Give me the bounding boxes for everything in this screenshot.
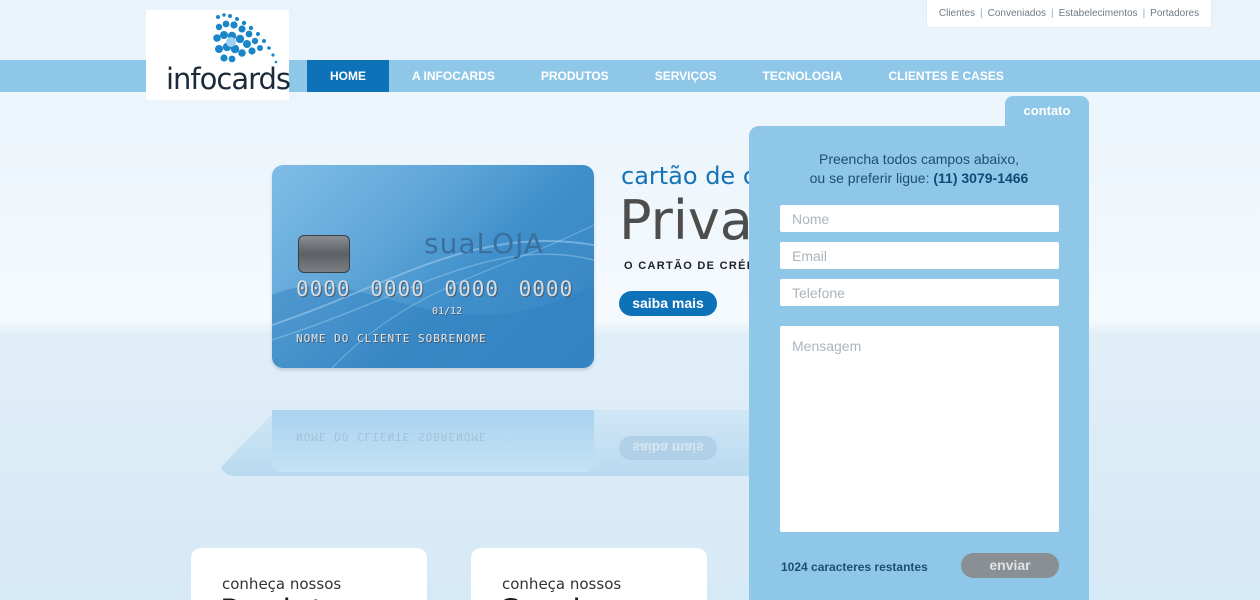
top-link-clientes[interactable]: Clientes: [934, 8, 980, 19]
nav-a-infocards[interactable]: A INFOCARDS: [389, 60, 518, 92]
card-reflection-text: NOME DO CLIENTE SOBRENOME: [296, 430, 487, 443]
contact-phone: (11) 3079-1466: [933, 170, 1029, 186]
nav-clientes-e-cases[interactable]: CLIENTES E CASES: [866, 60, 1027, 92]
card-brand: suaLOJA: [424, 227, 545, 260]
saiba-mais-button[interactable]: saiba mais: [619, 291, 717, 316]
contact-tab[interactable]: contato: [1005, 96, 1089, 126]
hero-subtitle: cartão de c: [621, 162, 757, 190]
feature-title: Serviços: [500, 592, 635, 600]
characters-remaining: 1024 caracteres restantes: [781, 560, 928, 574]
nav-produtos[interactable]: PRODUTOS: [518, 60, 632, 92]
contact-intro: Preencha todos campos abaixo, ou se pref…: [749, 150, 1089, 188]
nav-tecnologia[interactable]: TECNOLOGIA: [740, 60, 866, 92]
card-chip-icon: [298, 235, 350, 273]
nav-servicos[interactable]: SERVIÇOS: [632, 60, 740, 92]
hero-title: Priva: [619, 189, 753, 252]
card-number: 0000 0000 0000 0000: [296, 277, 574, 301]
message-field[interactable]: [780, 326, 1059, 532]
feature-box-servicos[interactable]: conheça nossos Serviços: [471, 548, 707, 600]
feature-pre-text: conheça nossos: [502, 575, 622, 593]
email-field[interactable]: [780, 242, 1059, 269]
button-reflection: saiba mais: [619, 436, 717, 460]
contact-intro-call: ou se preferir ligue:: [809, 170, 930, 186]
send-button[interactable]: enviar: [961, 553, 1059, 578]
top-link-conveniados[interactable]: Conveniados: [983, 8, 1051, 19]
feature-pre-text: conheça nossos: [222, 575, 342, 593]
name-field[interactable]: [780, 205, 1059, 232]
top-utility-links: Clientes | Conveniados | Estabelecimentos |…: [926, 0, 1212, 28]
feature-title: Produtos: [220, 592, 360, 600]
nav-home[interactable]: HOME: [307, 60, 389, 92]
card-expiry: 01/12: [432, 306, 463, 317]
credit-card-image: suaLOJA 0000 0000 0000 0000 01/12 NOME D…: [272, 165, 594, 368]
card-holder-name: NOME DO CLIENTE SOBRENOME: [296, 332, 487, 345]
contact-intro-line2: ou se preferir ligue: (11) 3079-1466: [749, 169, 1089, 188]
top-link-portadores[interactable]: Portadores: [1145, 8, 1204, 19]
contact-intro-line1: Preencha todos campos abaixo,: [818, 151, 1019, 167]
hero-caption: O CARTÃO DE CRÉDIT: [624, 260, 769, 272]
main-nav: HOME A INFOCARDS PRODUTOS SERVIÇOS TECNO…: [307, 60, 1027, 92]
contact-panel: Preencha todos campos abaixo, ou se pref…: [749, 126, 1089, 600]
logo-text[interactable]: infocards: [166, 62, 291, 96]
top-link-estabelecimentos[interactable]: Estabelecimentos: [1054, 8, 1143, 19]
feature-box-produtos[interactable]: conheça nossos Produtos: [191, 548, 427, 600]
phone-field[interactable]: [780, 279, 1059, 306]
